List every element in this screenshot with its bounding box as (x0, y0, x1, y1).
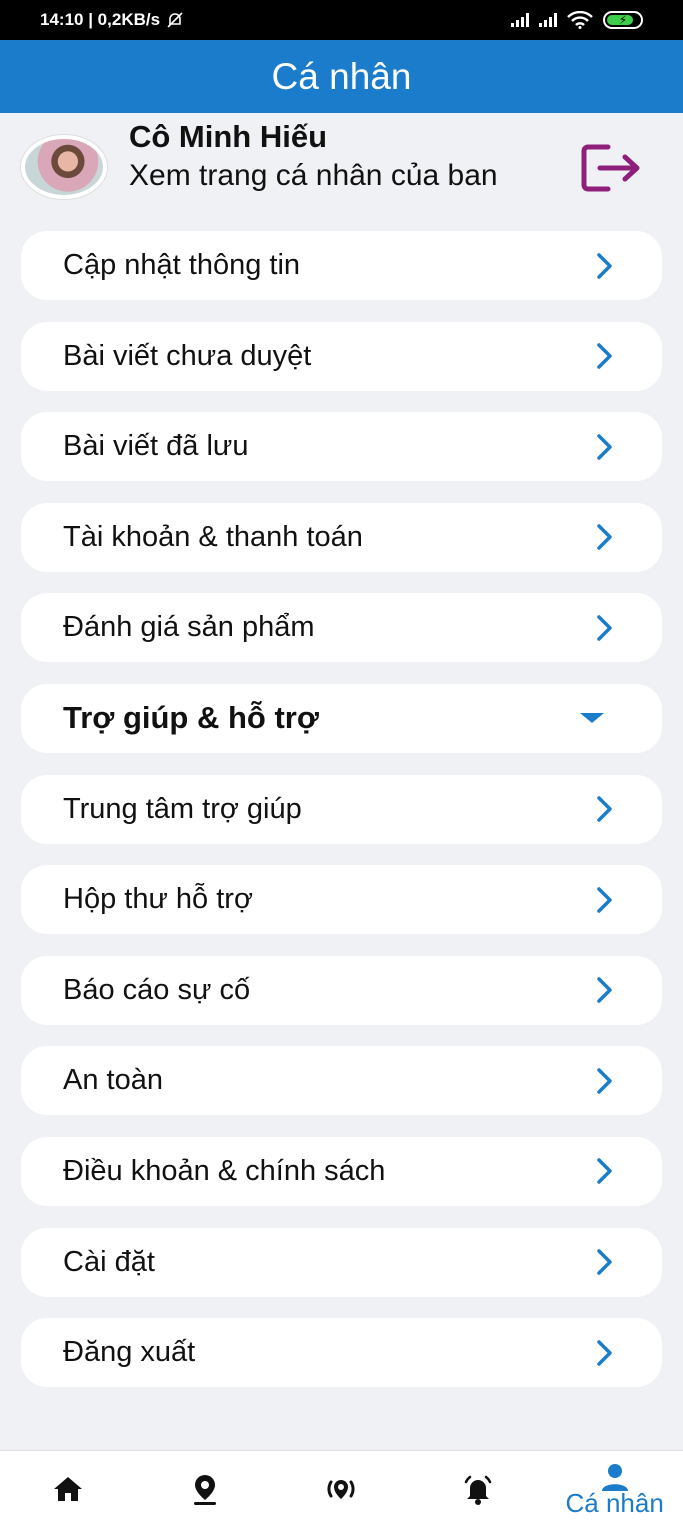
cell-signal-2-icon (539, 13, 557, 27)
chevron-right-icon (597, 615, 612, 641)
menu-section-help-support[interactable]: Trợ giúp & hỗ trợ (21, 683, 662, 753)
menu-item-settings[interactable]: Cài đặt (21, 1227, 662, 1297)
menu-item-terms-policy[interactable]: Điều khoản & chính sách (21, 1136, 662, 1206)
nav-radar[interactable] (273, 1451, 410, 1526)
menu-item-label: Trung tâm trợ giúp (63, 792, 302, 825)
menu-item-saved-posts[interactable]: Bài viết đã lưu (21, 412, 662, 482)
menu-section-label: Trợ giúp & hỗ trợ (63, 700, 319, 736)
nav-profile-label: Cá nhân (565, 1488, 664, 1518)
menu-item-label: Cập nhật thông tin (63, 249, 301, 281)
nav-location[interactable] (137, 1451, 274, 1526)
chevron-right-icon (597, 1158, 612, 1185)
menu-item-label: Điều khoản & chính sách (63, 1154, 386, 1187)
nav-home[interactable] (0, 1451, 137, 1526)
menu-item-account-payment[interactable]: Tài khoản & thanh toán (21, 502, 662, 572)
menu-item-product-review[interactable]: Đánh giá sản phẩm (21, 593, 662, 663)
profile-card[interactable]: Cô Minh Hiếu Xem trang cá nhân của ban (0, 113, 683, 223)
menu-item-label: Cài đặt (63, 1245, 155, 1278)
logout-icon[interactable] (580, 143, 644, 193)
menu-list: Cập nhật thông tin Bài viết chưa duyệt B… (21, 231, 662, 1409)
chevron-right-icon (597, 977, 612, 1003)
chevron-right-icon (597, 1249, 612, 1275)
chevron-right-icon (597, 524, 612, 551)
chevron-right-icon (597, 1068, 612, 1094)
page-title: Cá nhân (271, 55, 412, 97)
menu-item-label: Tài khoản & thanh toán (63, 520, 363, 553)
location-pin-icon (193, 1474, 216, 1505)
chevron-right-icon (597, 252, 612, 279)
bell-icon (464, 1475, 492, 1505)
nav-profile[interactable]: Cá nhân (546, 1451, 683, 1526)
bottom-nav: Cá nhân (0, 1450, 683, 1526)
battery-icon: ⚡ (603, 11, 643, 29)
chevron-right-icon (597, 796, 612, 822)
menu-item-support-inbox[interactable]: Hộp thư hỗ trợ (21, 865, 662, 935)
radar-icon (328, 1479, 355, 1499)
menu-item-label: Đánh giá sản phẩm (63, 611, 315, 644)
menu-item-label: Hộp thư hỗ trợ (63, 883, 253, 916)
menu-item-update-info[interactable]: Cập nhật thông tin (21, 231, 662, 300)
menu-item-help-center[interactable]: Trung tâm trợ giúp (21, 774, 662, 844)
view-profile-link[interactable]: Xem trang cá nhân của ban (129, 159, 549, 192)
chevron-right-icon (597, 1339, 612, 1366)
menu-item-label: An toàn (63, 1064, 163, 1097)
nav-notifications[interactable] (410, 1451, 547, 1526)
menu-item-pending-posts[interactable]: Bài viết chưa duyệt (21, 321, 662, 391)
bell-off-icon (167, 12, 183, 28)
menu-item-label: Báo cáo sự cố (63, 973, 251, 1006)
cell-signal-1-icon (511, 13, 529, 27)
menu-item-report-issue[interactable]: Báo cáo sự cố (21, 955, 662, 1025)
chevron-right-icon (597, 343, 612, 369)
caret-down-icon (580, 713, 604, 724)
menu-item-logout[interactable]: Đăng xuất (21, 1318, 662, 1388)
menu-item-safety[interactable]: An toàn (21, 1046, 662, 1116)
wifi-icon (567, 11, 593, 29)
status-bar: 14:10 | 0,2KB/s ⚡ (0, 0, 683, 40)
home-icon (54, 1476, 83, 1501)
avatar[interactable] (21, 135, 107, 199)
menu-item-label: Bài viết đã lưu (63, 430, 249, 463)
profile-name: Cô Minh Hiếu (129, 119, 328, 154)
chevron-right-icon (597, 433, 612, 460)
menu-item-label: Bài viết chưa duyệt (63, 339, 312, 372)
status-time: 14:10 | 0,2KB/s (40, 10, 161, 29)
page-header: Cá nhân (0, 40, 683, 113)
menu-item-label: Đăng xuất (63, 1336, 196, 1369)
chevron-right-icon (597, 886, 612, 913)
